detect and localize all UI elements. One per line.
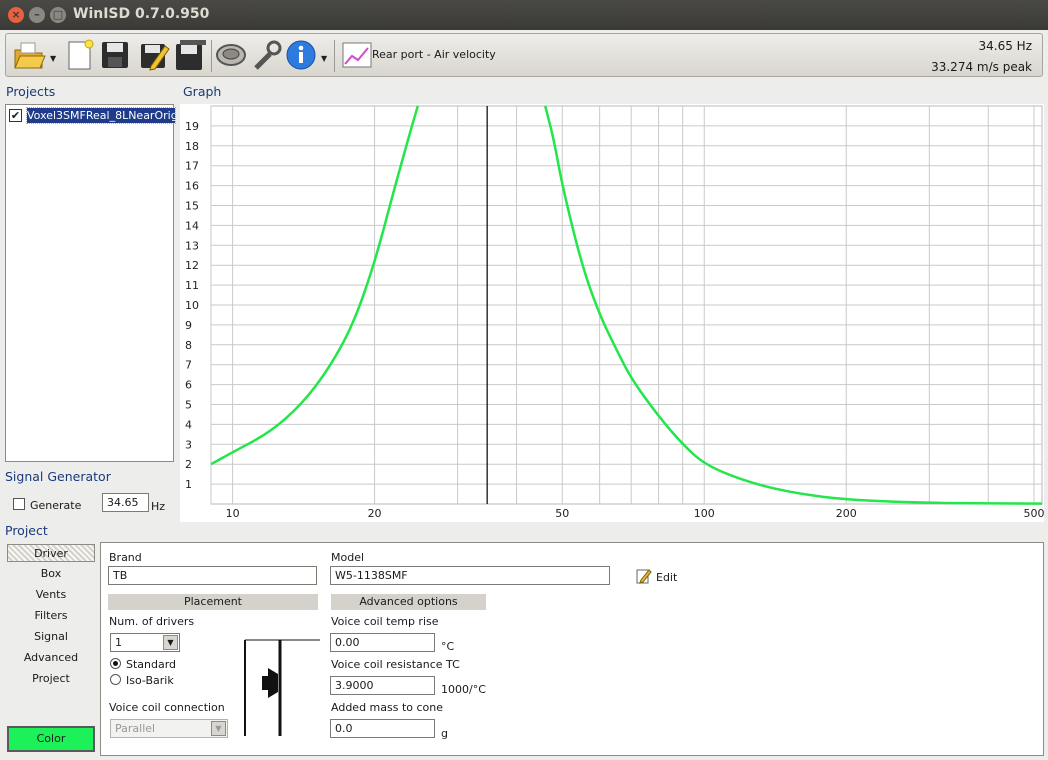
tab-signal[interactable]: Signal	[7, 628, 95, 646]
advanced-options-header: Advanced options	[331, 594, 486, 610]
driver-icon[interactable]	[214, 38, 248, 72]
x-tick-label: 20	[368, 507, 382, 520]
vc-temp-rise-label: Voice coil temp rise	[331, 615, 439, 628]
signal-frequency-input[interactable]: 34.65	[102, 493, 149, 512]
save-all-icon[interactable]	[174, 38, 208, 72]
info-dropdown-icon[interactable]: ▼	[321, 54, 327, 63]
driver-placement-diagram	[244, 639, 320, 736]
brand-input[interactable]: TB	[108, 566, 317, 585]
chevron-down-icon[interactable]: ▼	[163, 635, 178, 650]
tab-driver[interactable]: Driver	[7, 544, 95, 562]
y-tick-label: 5	[185, 399, 192, 412]
vc-resistance-tc-unit: 1000/°C	[441, 683, 486, 696]
graph-selector-label[interactable]: Rear port - Air velocity	[372, 48, 496, 61]
y-tick-label: 3	[185, 438, 192, 451]
info-icon[interactable]	[284, 38, 318, 72]
close-window-icon[interactable]: ×	[8, 7, 24, 23]
minimize-window-icon[interactable]: –	[29, 7, 45, 23]
generate-label: Generate	[30, 499, 82, 512]
tools-icon[interactable]	[250, 38, 284, 72]
tab-filters[interactable]: Filters	[7, 607, 95, 625]
open-dropdown-icon[interactable]: ▼	[50, 54, 56, 63]
save-edit-icon[interactable]	[137, 38, 171, 72]
x-tick-label: 50	[555, 507, 569, 520]
save-icon[interactable]	[98, 38, 132, 72]
projects-list[interactable]: ✔ Voxel3SMFReal_8LNearOrig	[5, 104, 176, 462]
model-label: Model	[331, 551, 365, 564]
num-drivers-label: Num. of drivers	[109, 615, 195, 628]
edit-icon[interactable]	[636, 568, 652, 584]
project-checkbox[interactable]: ✔	[9, 109, 22, 122]
vc-temp-rise-unit: °C	[441, 640, 455, 653]
graph-area[interactable]: 1 2 3 4 5 6 7 8 9 10 11 12 13 14 15 16 17 18 19 10 20 50 100 20…	[180, 104, 1044, 522]
y-tick-label: 2	[185, 458, 192, 471]
frequency-readout: 34.65 Hz	[978, 39, 1033, 53]
voice-coil-connection-value: Parallel	[115, 722, 156, 735]
generate-checkbox[interactable]	[13, 498, 25, 510]
y-tick-label: 8	[185, 339, 192, 352]
x-tick-label: 500	[1023, 507, 1044, 520]
y-tick-label: 17	[185, 160, 199, 173]
peak-readout: 33.274 m/s peak	[931, 60, 1032, 74]
y-tick-label: 19	[185, 120, 199, 133]
tab-vents[interactable]: Vents	[7, 586, 95, 604]
graph-heading: Graph	[183, 84, 222, 99]
y-tick-label: 1	[185, 478, 192, 491]
y-tick-label: 9	[185, 319, 192, 332]
voice-coil-connection-select: Parallel ▼	[110, 719, 228, 738]
tab-box[interactable]: Box	[7, 565, 95, 583]
y-tick-label: 12	[185, 259, 199, 272]
y-tick-label: 18	[185, 140, 199, 153]
brand-label: Brand	[109, 551, 142, 564]
y-tick-label: 6	[185, 379, 192, 392]
model-input[interactable]: W5-1138SMF	[330, 566, 610, 585]
project-heading: Project	[5, 523, 48, 538]
edit-button[interactable]: Edit	[656, 571, 677, 584]
x-tick-label: 200	[836, 507, 857, 520]
y-tick-label: 13	[185, 239, 199, 252]
driver-panel: Brand TB Model W5-1138SMF Edit Placement…	[100, 542, 1044, 756]
num-drivers-value: 1	[115, 636, 122, 649]
signal-generator-heading: Signal Generator	[5, 469, 111, 484]
window-title: WinISD 0.7.0.950	[73, 6, 210, 22]
main-toolbar: ▼ ▼ Rear port - Air velocity 34.65 Hz 33…	[5, 33, 1043, 77]
maximize-window-icon[interactable]: □	[50, 7, 66, 23]
y-tick-label: 15	[185, 200, 199, 213]
title-bar: × – □ WinISD 0.7.0.950	[0, 0, 1048, 30]
vc-resistance-tc-label: Voice coil resistance TC	[331, 658, 460, 671]
standard-radio[interactable]	[110, 658, 121, 669]
standard-label: Standard	[126, 658, 177, 671]
open-folder-icon[interactable]	[12, 38, 46, 72]
y-tick-label: 4	[185, 418, 192, 431]
projects-heading: Projects	[6, 84, 56, 99]
new-document-icon[interactable]	[62, 38, 96, 72]
vc-resistance-tc-input[interactable]: 3.9000	[330, 676, 435, 695]
placement-header: Placement	[108, 594, 318, 610]
vc-temp-rise-input[interactable]: 0.00	[330, 633, 435, 652]
y-tick-label: 14	[185, 219, 199, 232]
project-tabs: Driver Box Vents Filters Signal Advanced…	[5, 542, 97, 754]
project-name[interactable]: Voxel3SMFReal_8LNearOrig	[26, 107, 176, 124]
added-mass-label: Added mass to cone	[331, 701, 444, 714]
y-tick-label: 16	[185, 180, 199, 193]
graph-icon[interactable]	[340, 38, 374, 72]
signal-frequency-unit: Hz	[151, 500, 166, 513]
voice-coil-connection-label: Voice coil connection	[109, 701, 225, 714]
isobarik-radio[interactable]	[110, 674, 121, 685]
list-item[interactable]: ✔ Voxel3SMFReal_8LNearOrig	[9, 107, 176, 124]
chevron-down-icon: ▼	[211, 721, 226, 736]
added-mass-unit: g	[441, 727, 448, 740]
tab-project[interactable]: Project	[7, 670, 95, 688]
isobarik-label: Iso-Barik	[126, 674, 174, 687]
color-button[interactable]: Color	[7, 726, 95, 752]
y-tick-label: 7	[185, 359, 192, 372]
num-drivers-select[interactable]: 1 ▼	[110, 633, 180, 652]
air-velocity-chart[interactable]: 1234567891011121314151617181910 20 50 100 20…	[180, 104, 1044, 522]
y-tick-label: 11	[185, 279, 199, 292]
y-tick-label: 10	[185, 299, 199, 312]
x-tick-label: 100	[694, 507, 715, 520]
tab-advanced[interactable]: Advanced	[7, 649, 95, 667]
added-mass-input[interactable]: 0.0	[330, 719, 435, 738]
x-tick-label: 10	[226, 507, 240, 520]
